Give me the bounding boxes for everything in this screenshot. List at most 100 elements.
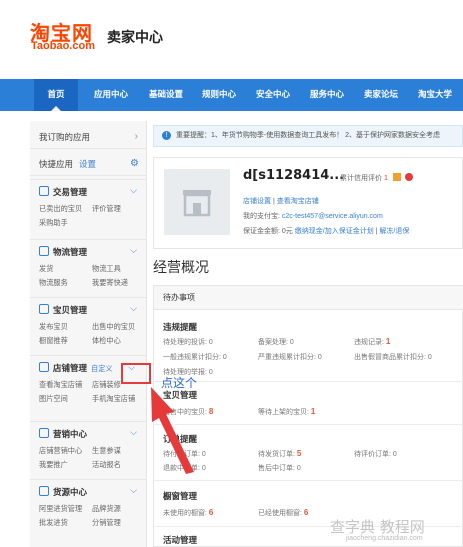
group-items-label: 宝贝管理 <box>53 305 88 315</box>
quick-apps-settings-link[interactable]: 设置 <box>79 159 96 169</box>
nav-service-center[interactable]: 服务中心 <box>304 79 350 111</box>
notice-text[interactable]: 重要提醒：1、年货节购物季-使用数据查询工具发布！ 2、基于保护网家数据安全考虑 <box>176 132 440 139</box>
link-publish-item[interactable]: 发布宝贝 <box>39 322 68 332</box>
ordered-apps-label: 我订购的应用 <box>39 132 91 142</box>
deposit-refund-link[interactable]: 解冻/退保 <box>379 228 409 235</box>
gear-icon[interactable]: ⚙ <box>130 152 139 176</box>
link-wholesale[interactable]: 批发进货 <box>39 518 68 528</box>
group-items-title[interactable]: 宝贝管理 <box>39 304 87 316</box>
group-sourcing-title[interactable]: 货源中心 <box>39 486 87 498</box>
credit-value[interactable]: 1 <box>384 175 388 182</box>
shop-settings-link[interactable]: 店铺设置 <box>243 198 271 205</box>
link-purchase-assistant[interactable]: 采购助手 <box>39 218 68 228</box>
customize-link[interactable]: 自定义 <box>91 364 113 373</box>
todo-cell[interactable]: 严重违规累计扣分: 0 <box>258 352 322 362</box>
link-mobile-shop[interactable]: 手机淘宝店铺 <box>92 394 135 404</box>
link-review-mgmt[interactable]: 评价管理 <box>92 204 121 214</box>
link-image-space[interactable]: 图片空间 <box>39 394 68 404</box>
link-shop-decoration[interactable]: 店铺装修 <box>92 380 121 390</box>
chevron-down-icon[interactable]: ⌵ <box>130 485 137 496</box>
chevron-down-icon[interactable]: ⌵ <box>130 427 137 438</box>
shop-placeholder-image[interactable] <box>164 169 230 235</box>
todo-cell[interactable]: 已经使用橱窗: 6 <box>258 508 308 518</box>
home-icon <box>39 486 49 496</box>
link-distribution[interactable]: 分销管理 <box>92 518 121 528</box>
deposit-line: 保证金金额: 0元 缴纳现金/加入保证金计划 | 解冻/退保 <box>243 228 410 235</box>
todo-cell[interactable]: 待发货订单: 5 <box>258 449 301 459</box>
quick-apps-label: 快捷应用 <box>39 159 74 169</box>
link-send-express[interactable]: 我要寄快递 <box>92 278 128 288</box>
nav-basic-settings[interactable]: 基础设置 <box>143 79 189 111</box>
watermark: 查字典 教程网 <box>330 518 425 536</box>
alert-icon: ! <box>162 131 171 140</box>
todo-cell[interactable]: 一般违规累计扣分: 0 <box>163 352 227 362</box>
group-marketing: 营销中心 ⌵ 店铺营销中心 生意参谋 我要推广 活动报名 <box>30 421 147 479</box>
link-sold-items[interactable]: 已卖出的宝贝 <box>39 204 82 214</box>
divider <box>154 381 463 382</box>
nav-seller-forum[interactable]: 卖家论坛 <box>358 79 404 111</box>
quick-apps-row: 快捷应用 设置 ⚙ <box>30 152 147 176</box>
storefront-icon <box>183 190 211 217</box>
todo-cell[interactable]: 出售假冒商品累计扣分: 0 <box>354 352 432 362</box>
tutorial-annotation: 点这个 <box>161 376 198 390</box>
tutorial-arrow-icon <box>151 387 194 474</box>
todo-cell[interactable]: 待处理的投诉: 0 <box>163 337 213 347</box>
view-shop-link[interactable]: 查看淘宝店铺 <box>277 198 319 205</box>
violation-title: 违规提醒 <box>163 322 198 332</box>
notice-bar: ! 重要提醒：1、年货节购物季-使用数据查询工具发布！ 2、基于保护网家数据安全… <box>153 125 463 147</box>
taobao-logo-en: Taobao.com <box>31 40 95 52</box>
nav-app-center[interactable]: 应用中心 <box>88 79 134 111</box>
nav-rule-center[interactable]: 规则中心 <box>196 79 242 111</box>
group-shop-label: 店铺管理 <box>53 363 88 373</box>
group-marketing-label: 营销中心 <box>53 429 88 439</box>
seller-center-title: 卖家中心 <box>107 30 163 46</box>
group-marketing-title[interactable]: 营销中心 <box>39 428 87 440</box>
medal-icon[interactable] <box>392 173 401 181</box>
ordered-apps-row[interactable]: 我订购的应用 › <box>30 125 147 149</box>
group-trade-title[interactable]: 交易管理 <box>39 186 87 198</box>
link-event-signup[interactable]: 活动报名 <box>92 460 121 470</box>
divider <box>154 480 463 481</box>
link-logistics-tools[interactable]: 物流工具 <box>92 264 121 274</box>
shop-links: 店铺设置 | 查看淘宝店铺 <box>243 198 319 205</box>
main-nav: 首页 应用中心 基础设置 规则中心 安全中心 服务中心 卖家论坛 淘宝大学 <box>0 79 463 111</box>
nav-security-center[interactable]: 安全中心 <box>250 79 296 111</box>
trade-icon <box>39 186 49 196</box>
todo-cell[interactable]: 未使用的橱窗: 6 <box>163 508 213 518</box>
credit-label: 累计信用评价 <box>340 175 382 182</box>
todo-cell[interactable]: 违规记录: 1 <box>354 337 390 347</box>
group-logistics-title[interactable]: 物流管理 <box>39 246 87 258</box>
nav-taobao-university[interactable]: 淘宝大学 <box>412 79 458 111</box>
shield-icon[interactable] <box>404 173 413 181</box>
link-promote[interactable]: 我要推广 <box>39 460 68 470</box>
link-health-check[interactable]: 体检中心 <box>92 336 121 346</box>
link-window-recommend[interactable]: 橱窗推荐 <box>39 336 68 346</box>
todo-cell[interactable]: 售后中订单: 0 <box>258 463 301 473</box>
shop-credit: 累计信用评价 1 <box>340 173 413 183</box>
group-shop-title[interactable]: 店铺管理 自定义 <box>39 362 113 374</box>
group-sourcing: 货源中心 ⌵ 阿里进货管理 品牌货源 批发进货 分销管理 <box>30 479 147 547</box>
todo-cell[interactable]: 等待上架的宝贝: 1 <box>258 407 315 417</box>
megaphone-icon <box>39 428 49 438</box>
shop-icon <box>39 362 49 372</box>
chevron-down-icon[interactable]: ⌵ <box>130 185 137 196</box>
todo-cell[interactable]: 备案处理: 0 <box>258 337 294 347</box>
chevron-down-icon[interactable]: ⌵ <box>130 245 137 256</box>
chevron-down-icon[interactable]: ⌵ <box>130 303 137 314</box>
link-items-on-sale[interactable]: 出售中的宝贝 <box>92 322 135 332</box>
shop-name[interactable]: d[s1128414... <box>243 168 344 183</box>
deposit-label: 保证金金额: 0元 <box>243 228 293 235</box>
link-marketing-center[interactable]: 店铺营销中心 <box>39 446 82 456</box>
link-ali-purchase[interactable]: 阿里进货管理 <box>39 504 82 514</box>
todo-cell[interactable]: 待评价订单: 0 <box>354 449 397 459</box>
link-logistics-service[interactable]: 物流服务 <box>39 278 68 288</box>
link-view-shop[interactable]: 查看淘宝店铺 <box>39 380 82 390</box>
group-trade: 交易管理 ⌵ 已卖出的宝贝 评价管理 采购助手 <box>30 179 147 239</box>
link-brand-source[interactable]: 品牌货源 <box>92 504 121 514</box>
todo-panel: 待办事项 违规提醒 待处理的投诉: 0 备案处理: 0 违规记录: 1 一般违规… <box>153 285 463 547</box>
link-ship[interactable]: 发货 <box>39 264 53 274</box>
deposit-pay-link[interactable]: 缴纳现金/加入保证金计划 <box>295 228 374 235</box>
alipay-account[interactable]: c2c-test457@service.aliyun.com <box>282 213 383 220</box>
link-business-advisor[interactable]: 生意参谋 <box>92 446 121 456</box>
nav-home[interactable]: 首页 <box>34 79 78 111</box>
